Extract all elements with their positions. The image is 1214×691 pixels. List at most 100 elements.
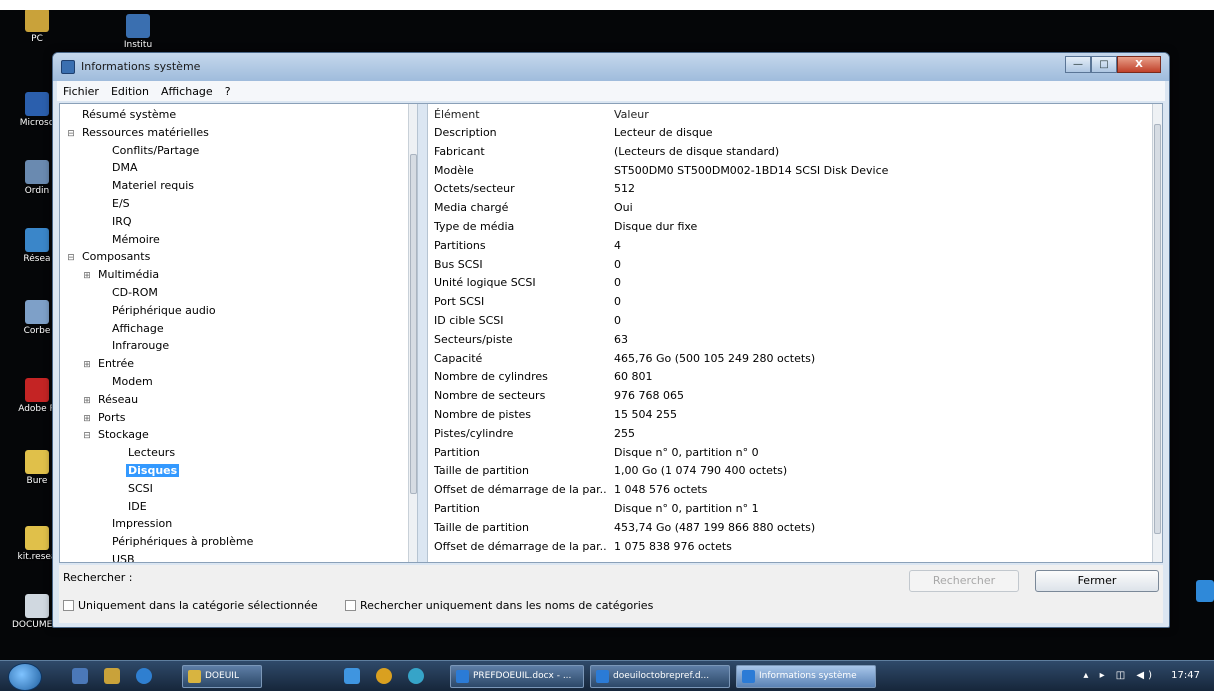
detail-row[interactable]: Partition Disque n° 0, partition n° 0 (428, 444, 1148, 462)
menu-edition[interactable]: Edition (111, 85, 149, 98)
detail-row[interactable]: Modèle ST500DM0 ST500DM002-1BD14 SCSI Dis… (428, 162, 1148, 180)
tree-item[interactable]: ⊟ Composants (66, 248, 152, 265)
expand-toggle-icon[interactable]: ⊞ (82, 268, 92, 285)
tree-item-label: CD-ROM (112, 286, 158, 299)
tree-item[interactable]: Impression (96, 515, 174, 532)
search-button[interactable]: Rechercher (909, 570, 1019, 592)
detail-row[interactable]: Pistes/cylindre 255 (428, 425, 1148, 443)
menu-affichage[interactable]: Affichage (161, 85, 213, 98)
expand-toggle-icon[interactable]: ⊞ (82, 393, 92, 410)
expand-toggle-icon[interactable]: ⊞ (82, 357, 92, 374)
system-tray-icons[interactable]: ▴ ▸ ◫ ◀) (1083, 670, 1156, 681)
expand-toggle-icon[interactable]: ⊟ (82, 428, 92, 445)
detail-row[interactable]: Unité logique SCSI 0 (428, 274, 1148, 292)
detail-row[interactable]: Description Lecteur de disque (428, 124, 1148, 142)
minimize-button[interactable]: — (1065, 56, 1091, 73)
expand-toggle-icon[interactable]: ⊞ (82, 411, 92, 428)
sidebar-gadget-icon[interactable] (1196, 580, 1214, 602)
detail-row[interactable]: Port SCSI 0 (428, 293, 1148, 311)
title-bar[interactable]: Informations système — □ X (53, 53, 1169, 81)
tree-item[interactable]: Périphériques à problème (96, 533, 255, 550)
tree-item[interactable]: Modem (96, 373, 155, 390)
taskbar-button-doeuil[interactable]: DOEUIL (182, 665, 262, 688)
start-button[interactable] (8, 663, 42, 691)
option-category-names[interactable]: Rechercher uniquement dans les noms de c… (345, 599, 653, 612)
tree-item[interactable]: ⊞ Entrée (82, 355, 136, 372)
detail-row[interactable]: Fabricant (Lecteurs de disque standard) (428, 143, 1148, 161)
taskbar-button-system-info[interactable]: Informations système (736, 665, 876, 688)
tree-item[interactable]: Materiel requis (96, 177, 196, 194)
tree-item[interactable]: ⊞ Réseau (82, 391, 140, 408)
detail-row[interactable]: Taille de partition 453,74 Go (487 199 86… (428, 519, 1148, 537)
detail-row[interactable]: Bus SCSI 0 (428, 256, 1148, 274)
tree-item[interactable]: USB (96, 551, 137, 562)
tree-item[interactable]: Lecteurs (112, 444, 177, 461)
detail-scrollbar[interactable] (1152, 104, 1162, 562)
detail-scrollbar-thumb[interactable] (1154, 124, 1161, 534)
search-label: Rechercher : (63, 571, 133, 584)
tree-item[interactable]: IDE (112, 498, 149, 515)
tree-item[interactable]: ⊟ Stockage (82, 426, 151, 443)
tree-item[interactable]: Infrarouge (96, 337, 171, 354)
detail-row[interactable]: Capacité 465,76 Go (500 105 249 280 octet… (428, 350, 1148, 368)
detail-row[interactable]: Type de média Disque dur fixe (428, 218, 1148, 236)
taskbar-clock[interactable]: 17:47 (1171, 670, 1200, 681)
detail-row[interactable]: Offset de démarrage de la par... 1 075 83… (428, 538, 1148, 556)
tree-item[interactable]: Mémoire (96, 231, 162, 248)
tree-item[interactable]: Périphérique audio (96, 302, 218, 319)
tree-item[interactable]: ⊞ Ports (82, 409, 128, 426)
detail-row[interactable]: Offset de démarrage de la par... 1 048 57… (428, 481, 1148, 499)
category-names-checkbox[interactable] (345, 600, 356, 611)
desktop-icon[interactable]: PC (12, 8, 62, 44)
tree-scrollbar[interactable] (408, 104, 417, 562)
menu-help[interactable]: ? (225, 85, 231, 98)
detail-row[interactable]: Octets/secteur 512 (428, 180, 1148, 198)
tree-item[interactable]: CD-ROM (96, 284, 160, 301)
menu-fichier[interactable]: Fichier (63, 85, 99, 98)
detail-row[interactable]: Media chargé Oui (428, 199, 1148, 217)
detail-value: 0 (614, 276, 621, 290)
tree-item-label: Multimédia (98, 268, 160, 282)
detail-row[interactable]: Nombre de cylindres 60 801 (428, 368, 1148, 386)
tree-item[interactable]: DMA (96, 159, 140, 176)
tree-item[interactable]: ⊞ Multimédia (82, 266, 161, 283)
detail-element: Description (434, 126, 497, 139)
column-header-element[interactable]: Élément (434, 106, 606, 124)
pane-splitter[interactable] (418, 104, 428, 562)
quicklaunch-desktop-icon[interactable] (72, 668, 88, 684)
tree-item[interactable]: Résumé système (66, 106, 178, 123)
quicklaunch-ie-icon[interactable] (344, 668, 360, 684)
taskbar-button-prefdoeuil[interactable]: PREFDOEUIL.docx - ... (450, 665, 584, 688)
detail-row[interactable]: Partition Disque n° 0, partition n° 1 (428, 500, 1148, 518)
tree-item[interactable]: IRQ (96, 213, 134, 230)
tree-scrollbar-thumb[interactable] (410, 154, 417, 494)
detail-row[interactable]: Nombre de pistes 15 504 255 (428, 406, 1148, 424)
system-info-icon (61, 60, 75, 74)
option-category-only[interactable]: Uniquement dans la catégorie sélectionné… (63, 599, 318, 612)
detail-row[interactable]: Secteurs/piste 63 (428, 331, 1148, 349)
close-window-button[interactable]: X (1117, 56, 1161, 73)
maximize-button[interactable]: □ (1091, 56, 1117, 73)
quicklaunch-media-icon[interactable] (136, 668, 152, 684)
quicklaunch-explorer-icon[interactable] (104, 668, 120, 684)
quicklaunch-browser-icon[interactable] (408, 668, 424, 684)
quicklaunch-chrome-icon[interactable] (376, 668, 392, 684)
column-header-value[interactable]: Valeur (614, 106, 1134, 124)
tree-item[interactable]: Affichage (96, 320, 166, 337)
tree-item[interactable]: E/S (96, 195, 132, 212)
close-button[interactable]: Fermer (1035, 570, 1159, 592)
category-only-checkbox[interactable] (63, 600, 74, 611)
detail-row[interactable]: Taille de partition 1,00 Go (1 074 790 40… (428, 462, 1148, 480)
taskbar-button-doeuiloctobre[interactable]: doeuiloctobrepref.d... (590, 665, 730, 688)
tree-item-label: Materiel requis (112, 179, 195, 193)
expand-toggle-icon[interactable]: ⊟ (66, 250, 76, 267)
desktop-icon-institut[interactable]: Institu (108, 14, 168, 50)
tree-item[interactable]: Disques (112, 462, 180, 479)
detail-row[interactable]: Nombre de secteurs 976 768 065 (428, 387, 1148, 405)
tree-item[interactable]: ⊟ Ressources matérielles (66, 124, 211, 141)
detail-row[interactable]: ID cible SCSI 0 (428, 312, 1148, 330)
tree-item[interactable]: SCSI (112, 480, 155, 497)
expand-toggle-icon[interactable]: ⊟ (66, 126, 76, 143)
detail-row[interactable]: Partitions 4 (428, 237, 1148, 255)
tree-item[interactable]: Conflits/Partage (96, 142, 201, 159)
